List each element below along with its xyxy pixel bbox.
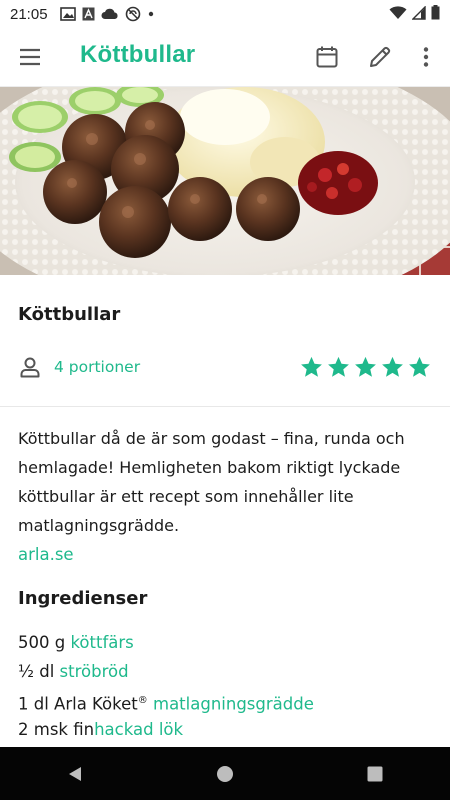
ingredients-list: 500 g köttfärs ½ dl ströbröd 1 dl Arla K… (18, 628, 438, 744)
ingredients-heading: Ingredienser (18, 588, 148, 609)
status-time: 21:05 (10, 5, 48, 23)
ingredient-row: ½ dl ströbröd (18, 657, 438, 686)
home-circle-icon (217, 765, 233, 782)
person-icon (20, 357, 40, 378)
ingredient-amount: ½ dl (18, 662, 60, 681)
recents-button[interactable] (355, 754, 395, 794)
ingredient-row: 1 dl Arla Köket® matlagningsgrädde (18, 686, 438, 715)
edit-pencil-icon[interactable] (368, 45, 392, 69)
ingredient-link[interactable]: hackad lök (94, 720, 183, 739)
recents-square-icon (367, 766, 383, 781)
rating-stars[interactable] (299, 355, 432, 380)
gallery-notification-icon (59, 7, 76, 21)
text-notification-icon (82, 7, 95, 21)
cloud-notification-icon (101, 8, 118, 19)
recipe-title: Köttbullar (18, 304, 121, 325)
ingredient-amount: 500 g (18, 633, 71, 652)
registered-mark: ® (137, 695, 148, 706)
portions-label: 4 portioner (54, 358, 141, 376)
ingredient-row: 2 msk finhackad lök (18, 715, 438, 744)
page-title: Köttbullar (80, 41, 196, 68)
app-bar: Köttbullar (0, 28, 450, 87)
ingredient-link[interactable]: köttfärs (70, 633, 133, 652)
system-nav-bar (0, 747, 450, 800)
source-link[interactable]: arla.se (18, 545, 74, 564)
menu-icon[interactable] (18, 45, 42, 69)
ingredient-link[interactable]: ströbröd (60, 662, 129, 681)
star-icon[interactable] (353, 355, 378, 380)
battery-icon (431, 5, 440, 20)
status-bar: 21:05 (0, 0, 450, 28)
sync-notification-icon (125, 6, 140, 22)
signal-icon (412, 5, 426, 20)
calendar-icon[interactable] (315, 45, 339, 69)
ingredient-row: 500 g köttfärs (18, 628, 438, 657)
star-icon[interactable] (407, 355, 432, 380)
more-notifications-dot-icon (148, 11, 153, 17)
recipe-photo (0, 87, 450, 275)
star-icon[interactable] (380, 355, 405, 380)
back-triangle-icon (69, 766, 81, 781)
back-button[interactable] (55, 754, 95, 794)
wifi-icon (389, 5, 407, 19)
ingredient-link[interactable]: matlagningsgrädde (153, 695, 314, 714)
recipe-description: Köttbullar då de är som godast – fina, r… (18, 429, 405, 535)
ingredient-amount: 2 msk fin (18, 720, 95, 739)
section-divider (0, 406, 450, 407)
star-icon[interactable] (326, 355, 351, 380)
more-options-icon[interactable] (414, 45, 438, 69)
ingredient-amount: 1 dl Arla Köket (18, 694, 138, 714)
home-button[interactable] (205, 754, 245, 794)
portions[interactable]: 4 portioner (18, 355, 140, 379)
star-icon[interactable] (299, 355, 324, 380)
